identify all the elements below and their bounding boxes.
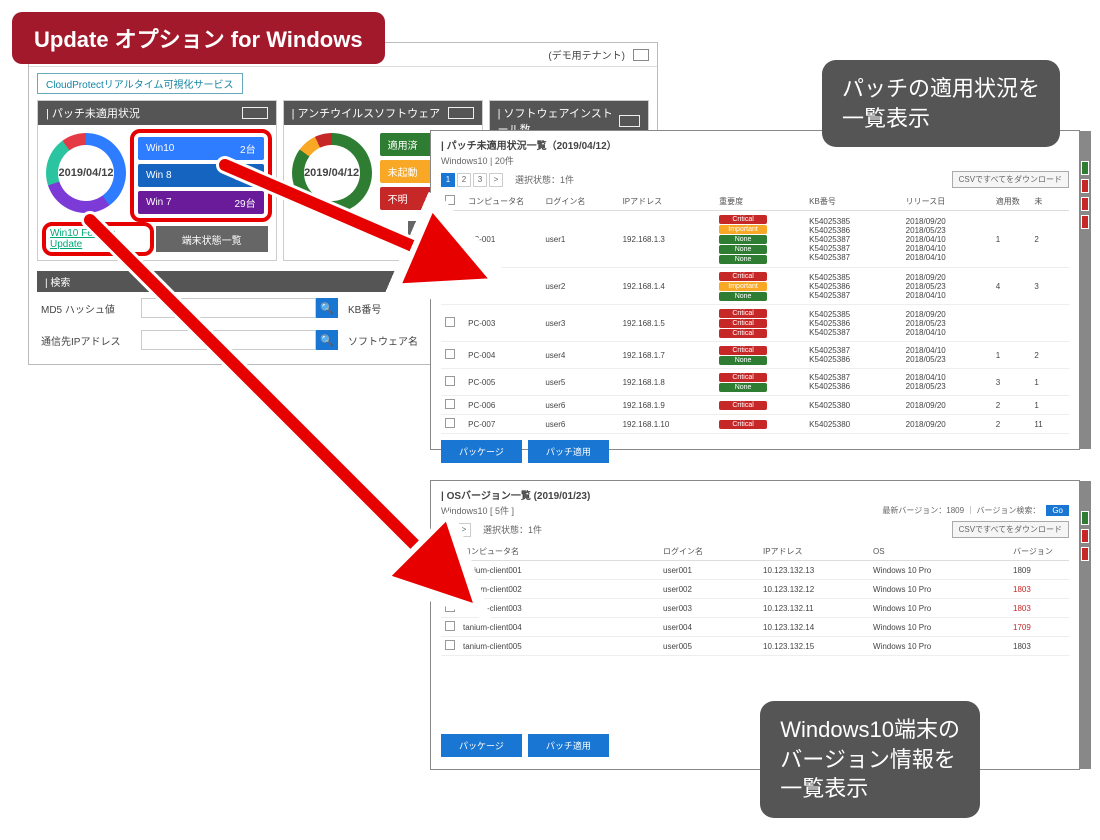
col-b: 未 (1030, 192, 1069, 211)
col-pc: コンピュータ名 (464, 192, 541, 211)
col-rel: リリース日 (902, 192, 992, 211)
label-sw: ソフトウェア名 (348, 333, 438, 348)
table-row[interactable]: PC-006user6192.168.1.9 CriticalK54025380… (441, 396, 1069, 415)
btn-apply-patch[interactable]: パッチ適用 (528, 734, 609, 757)
table-row[interactable]: PC-003user3192.168.1.5 CriticalCriticalC… (441, 305, 1069, 342)
col-kb: KB番号 (805, 192, 902, 211)
col-sev: 重要度 (715, 192, 805, 211)
label-kb: KB番号 (348, 301, 438, 316)
row-checkbox[interactable] (445, 583, 455, 593)
selection-count: 選択状態：1件 (515, 173, 574, 186)
pager[interactable]: 1> (441, 523, 471, 537)
service-tag: CloudProtectリアルタイム可視化サービス (37, 73, 243, 94)
version-list-window: | OSバージョン一覧 (2019/01/23) Windows10 [ 5件 … (430, 480, 1080, 770)
latest-version-label: 最新バージョン：1809 ｜ バージョン検索： (882, 505, 1040, 516)
btn-apply-patch[interactable]: パッチ適用 (528, 440, 609, 463)
row-checkbox[interactable] (445, 349, 455, 359)
version-list-title: | OSバージョン一覧 (2019/01/23) (441, 487, 1069, 502)
table-row[interactable]: PC-001user1192.168.1.3 CriticalImportant… (441, 211, 1069, 268)
link-win10-feature-update[interactable]: Win10 Feature Update (46, 226, 150, 252)
tenant-label: (デモ用テナント) (548, 47, 625, 62)
row-checkbox[interactable] (445, 564, 455, 574)
table-row[interactable]: PC-002user2192.168.1.4 CriticalImportant… (441, 268, 1069, 305)
card-toggle-icon[interactable] (448, 107, 474, 119)
col-ip: IPアドレス (619, 192, 716, 211)
col-user: ログイン名 (541, 192, 618, 211)
card-patch-status: | パッチ未適用状況 2019/04/12 Win102台 Win 830台 W… (37, 100, 277, 261)
feature-ribbon: Update オプション for Windows (12, 12, 385, 64)
row-checkbox[interactable] (445, 317, 455, 327)
stat-win7: Win 729台 (138, 191, 264, 214)
btn-csv-download[interactable]: CSVですべてをダウンロード (952, 521, 1069, 538)
select-all-checkbox[interactable] (445, 195, 455, 205)
table-row[interactable]: tanium-client001user00110.123.132.13Wind… (441, 561, 1069, 580)
table-row[interactable]: tanium-client003user00310.123.132.11Wind… (441, 599, 1069, 618)
card-title: | アンチウイルスソフトウェア (292, 105, 440, 121)
row-checkbox[interactable] (445, 376, 455, 386)
menu-icon[interactable] (633, 49, 649, 61)
table-row[interactable]: tanium-client004user00410.123.132.14Wind… (441, 618, 1069, 637)
selection-count: 選択状態：1件 (483, 523, 542, 536)
btn-package[interactable]: パッケージ (441, 440, 522, 463)
row-checkbox[interactable] (445, 399, 455, 409)
label-md5: MD5 ハッシュ値 (41, 301, 131, 316)
patch-list-window: | パッチ未適用状況一覧（2019/04/12） Windows10 | 20件… (430, 130, 1080, 450)
callout-version-list: Windows10端末の バージョン情報を 一覧表示 (760, 701, 980, 818)
table-row[interactable]: PC-004user4192.168.1.7 CriticalNoneK5402… (441, 342, 1069, 369)
col-pc: コンピュータ名 (459, 542, 659, 561)
row-checkbox[interactable] (445, 621, 455, 631)
label-ip: 通信先IPアドレス (41, 333, 131, 348)
col-a: 適用数 (992, 192, 1031, 211)
pager[interactable]: 123> (441, 173, 503, 187)
patch-os-breakdown: Win102台 Win 830台 Win 729台 (134, 133, 268, 218)
av-donut-chart: 2019/04/12 (292, 133, 372, 213)
os-filter: Windows10 | 20件 (441, 154, 514, 167)
input-ip[interactable] (141, 330, 316, 350)
callout-patch-list: パッチの適用状況を 一覧表示 (822, 60, 1060, 147)
btn-device-status-list[interactable]: 端末状態一覧 (156, 226, 268, 252)
table-row[interactable]: PC-007user6192.168.1.10 CriticalK5402538… (441, 415, 1069, 434)
col-ip: IPアドレス (759, 542, 869, 561)
table-row[interactable]: tanium-client005user00510.123.132.15Wind… (441, 637, 1069, 656)
table-row[interactable]: tanium-client002user00210.123.132.12Wind… (441, 580, 1069, 599)
version-search-go[interactable]: Go (1046, 505, 1069, 516)
search-icon[interactable]: 🔍 (316, 298, 338, 318)
patch-table: コンピュータ名 ログイン名 IPアドレス 重要度 KB番号 リリース日 適用数 … (441, 192, 1069, 434)
col-ver: バージョン (1009, 542, 1069, 561)
row-checkbox[interactable] (445, 280, 455, 290)
row-checkbox[interactable] (445, 602, 455, 612)
select-all-checkbox[interactable] (445, 545, 455, 555)
input-md5[interactable] (141, 298, 316, 318)
stat-win8: Win 830台 (138, 164, 264, 187)
btn-package[interactable]: パッケージ (441, 734, 522, 757)
version-table: コンピュータ名 ログイン名 IPアドレス OS バージョン tanium-cli… (441, 542, 1069, 656)
stat-win10: Win102台 (138, 137, 264, 160)
btn-csv-download[interactable]: CSVですべてをダウンロード (952, 171, 1069, 188)
row-checkbox[interactable] (445, 418, 455, 428)
patch-donut-chart: 2019/04/12 (46, 133, 126, 213)
os-filter: Windows10 [ 5件 ] (441, 504, 514, 517)
row-checkbox[interactable] (445, 233, 455, 243)
row-checkbox[interactable] (445, 640, 455, 650)
search-icon[interactable]: 🔍 (316, 330, 338, 350)
table-row[interactable]: PC-005user5192.168.1.8 CriticalNoneK5402… (441, 369, 1069, 396)
card-toggle-icon[interactable] (619, 115, 640, 127)
col-os: OS (869, 542, 1009, 561)
card-title: | パッチ未適用状況 (46, 105, 140, 121)
card-toggle-icon[interactable] (242, 107, 268, 119)
col-user: ログイン名 (659, 542, 759, 561)
